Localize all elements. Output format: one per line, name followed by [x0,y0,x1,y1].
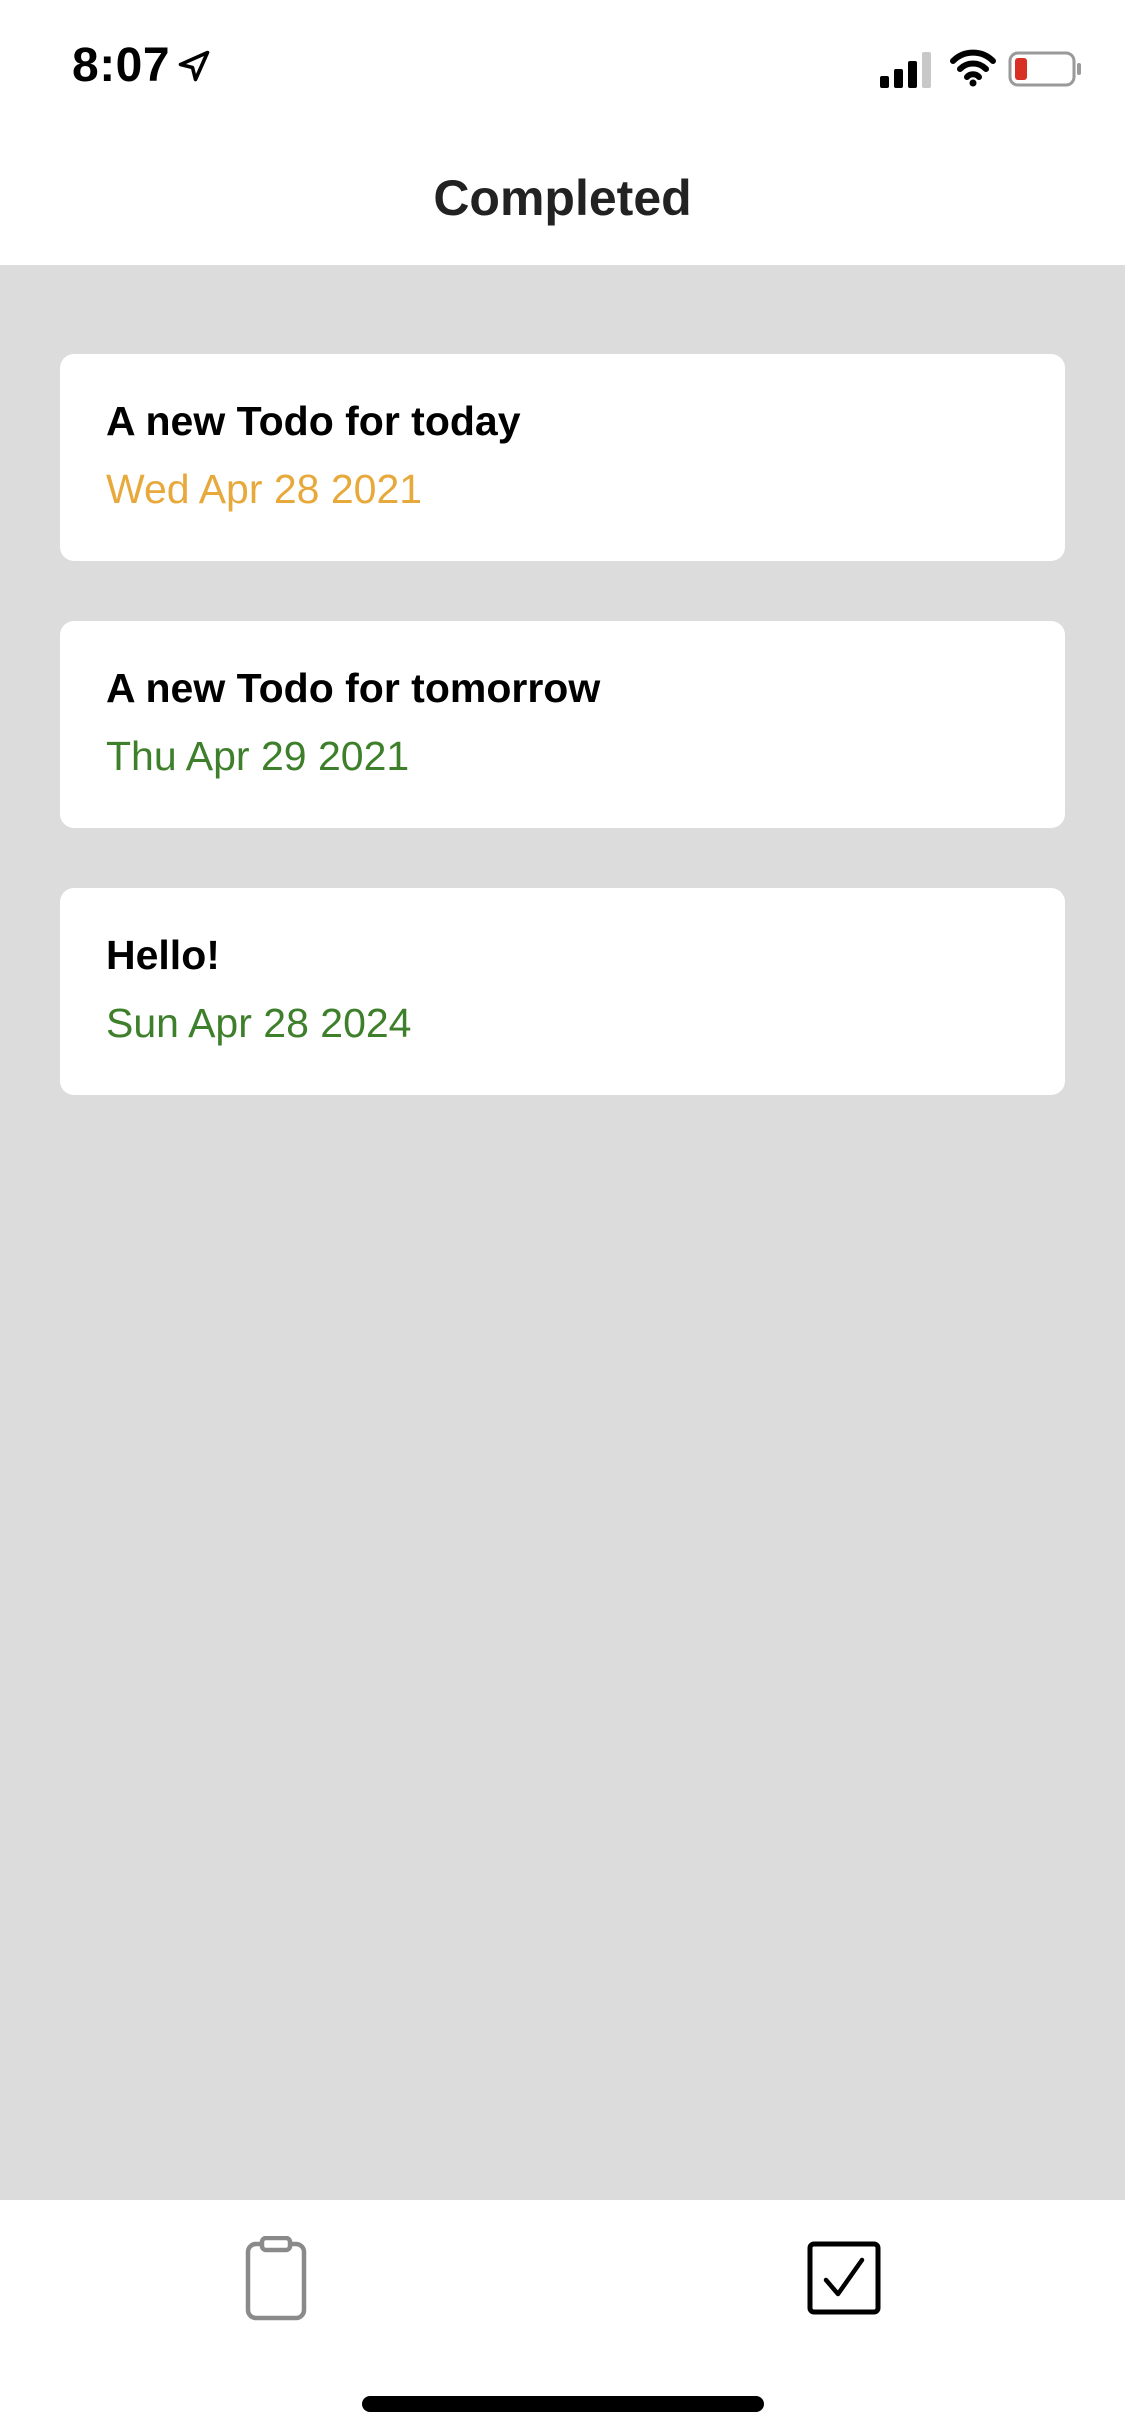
page-title: Completed [433,169,692,226]
cellular-signal-icon [880,52,931,88]
navigation-bar: Completed [0,130,1125,265]
todo-card[interactable]: A new Todo for tomorrow Thu Apr 29 2021 [60,621,1065,828]
todo-title: A new Todo for today [106,398,521,444]
todo-title: Hello! [106,932,220,978]
todo-date: Thu Apr 29 2021 [106,733,410,779]
todo-card[interactable]: Hello! Sun Apr 28 2024 [60,888,1065,1095]
todo-date: Wed Apr 28 2021 [106,466,423,512]
location-arrow-icon [178,50,210,82]
todo-title: A new Todo for tomorrow [106,665,601,711]
checkbox-checked-icon[interactable] [806,2240,882,2316]
status-bar: 8:07 [0,0,1125,130]
home-indicator [362,2396,764,2412]
todo-date: Sun Apr 28 2024 [106,1000,412,1046]
todo-list[interactable]: A new Todo for today Wed Apr 28 2021 A n… [0,265,1125,2200]
wifi-icon [950,49,996,87]
tab-bar [0,2200,1125,2436]
battery-low-icon [1008,51,1081,87]
todo-card[interactable]: A new Todo for today Wed Apr 28 2021 [60,354,1065,561]
clipboard-icon[interactable] [244,2236,308,2322]
status-time: 8:07 [72,39,171,92]
